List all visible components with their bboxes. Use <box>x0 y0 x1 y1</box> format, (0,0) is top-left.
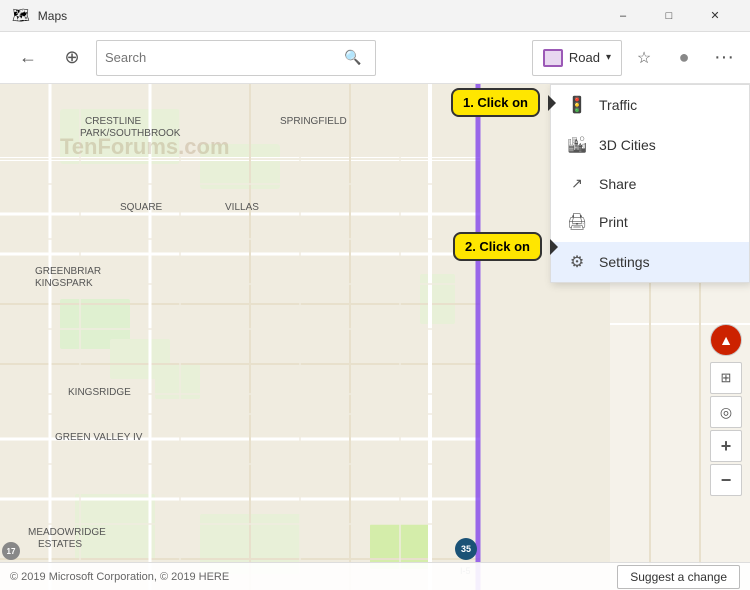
search-box[interactable]: 🔍 <box>96 40 376 76</box>
menu-item-3dcities[interactable]: 🏙 3D Cities <box>551 125 749 165</box>
callout-first: 1. Click on <box>451 88 540 117</box>
title-bar: 🗺 Maps – □ ✕ <box>0 0 750 32</box>
road-label: Road <box>569 50 600 65</box>
map-container[interactable]: I-5 TenForums.com CRESTLINE PARK/SOUTHBR… <box>0 84 750 590</box>
copyright-text: © 2019 Microsoft Corporation, © 2019 HER… <box>10 571 229 583</box>
more-icon: ··· <box>714 46 734 69</box>
title-bar-left: 🗺 Maps <box>12 7 67 24</box>
search-icon: 🔍 <box>344 49 361 66</box>
window-controls: – □ ✕ <box>600 0 738 32</box>
zoom-out-button[interactable]: − <box>710 464 742 496</box>
hwy-17-badge: 17 <box>2 542 20 560</box>
traffic-icon: 🚦 <box>567 95 587 115</box>
dropdown-chevron-icon: ▾ <box>606 52 611 63</box>
menu-item-share[interactable]: ↗ Share <box>551 165 749 202</box>
profile-button[interactable]: ● <box>666 40 702 76</box>
satellite-icon: ⊞ <box>721 370 732 386</box>
dropdown-menu: 🚦 Traffic 🏙 3D Cities ↗ Share 🖨 Print ⚙ … <box>550 84 750 283</box>
favorites-button[interactable]: ☆ <box>626 40 662 76</box>
menu-traffic-label: Traffic <box>599 97 637 113</box>
toolbar: ← ⊕ 🔍 Road ▾ ☆ ● ··· <box>0 32 750 84</box>
road-selector[interactable]: Road ▾ <box>532 40 622 76</box>
compass-button[interactable]: ▲ <box>710 324 742 356</box>
star-icon: ☆ <box>637 48 651 68</box>
app-icon: 🗺 <box>12 7 30 24</box>
close-button[interactable]: ✕ <box>692 0 738 32</box>
maximize-button[interactable]: □ <box>646 0 692 32</box>
compass-icon: ▲ <box>719 332 733 348</box>
profile-icon: ● <box>679 47 690 68</box>
settings-icon: ⚙ <box>567 252 587 272</box>
callout-second-text: 2. Click on <box>465 239 530 254</box>
search-input[interactable] <box>105 50 339 65</box>
menu-print-label: Print <box>599 214 628 230</box>
zoom-in-button[interactable]: + <box>710 430 742 462</box>
menu-item-settings[interactable]: ⚙ Settings <box>551 242 749 282</box>
interstate-badge: 35 <box>455 538 477 560</box>
position-icon: ◎ <box>720 404 732 421</box>
plus-icon: + <box>721 436 732 457</box>
suggest-change-button[interactable]: Suggest a change <box>617 565 740 589</box>
minus-icon: − <box>721 470 732 491</box>
more-button[interactable]: ··· <box>706 40 742 76</box>
map-controls: ▲ ⊞ ◎ + − <box>710 324 742 496</box>
location-icon: ⊕ <box>64 47 79 68</box>
road-map-icon <box>543 49 563 67</box>
minimize-button[interactable]: – <box>600 0 646 32</box>
back-button[interactable]: ← <box>8 38 48 78</box>
my-position-button[interactable]: ◎ <box>710 396 742 428</box>
callout-first-text: 1. Click on <box>463 95 528 110</box>
share-icon: ↗ <box>567 175 587 192</box>
menu-share-label: Share <box>599 176 636 192</box>
app-content: ← ⊕ 🔍 Road ▾ ☆ ● ··· <box>0 32 750 590</box>
app-title: Maps <box>38 9 67 23</box>
satellite-view-button[interactable]: ⊞ <box>710 362 742 394</box>
menu-item-print[interactable]: 🖨 Print <box>551 202 749 242</box>
search-button[interactable]: 🔍 <box>339 44 367 72</box>
bottom-bar: © 2019 Microsoft Corporation, © 2019 HER… <box>0 562 750 590</box>
back-icon: ← <box>19 47 37 68</box>
menu-item-traffic[interactable]: 🚦 Traffic <box>551 85 749 125</box>
print-icon: 🖨 <box>567 212 587 232</box>
my-location-button[interactable]: ⊕ <box>52 38 92 78</box>
callout-second: 2. Click on <box>453 232 542 261</box>
menu-3dcities-label: 3D Cities <box>599 137 656 153</box>
3dcities-icon: 🏙 <box>567 135 587 155</box>
menu-settings-label: Settings <box>599 254 650 270</box>
